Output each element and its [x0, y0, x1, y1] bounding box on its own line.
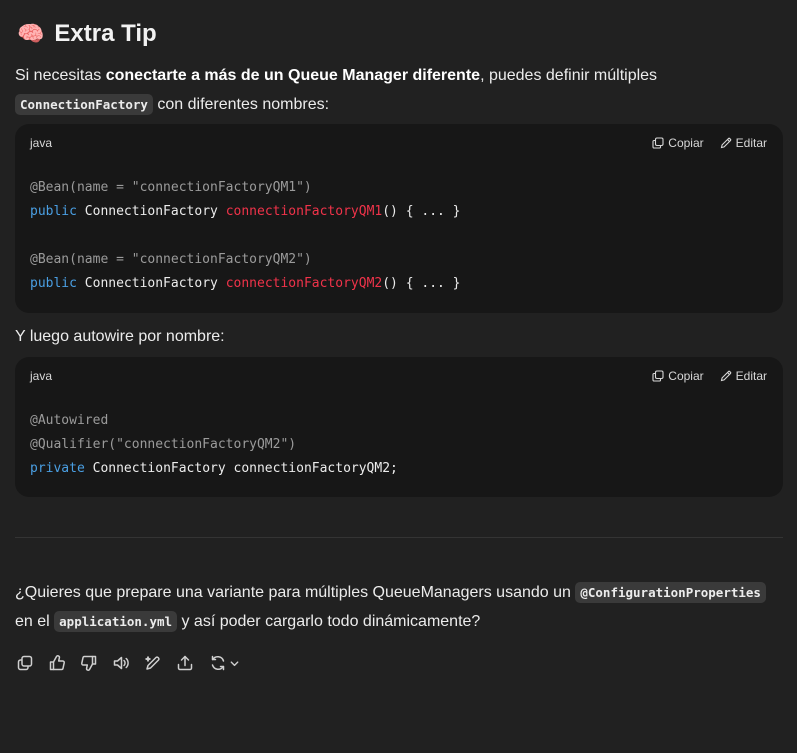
edit-label: Editar	[735, 369, 767, 383]
inline-code-connectionfactory: ConnectionFactory	[15, 94, 153, 115]
code-keyword: public	[30, 204, 77, 219]
question-text-mid: en el	[15, 613, 55, 630]
code-line-annotation: @Bean(name = "connectionFactoryQM2")	[30, 252, 312, 267]
copy-label: Copiar	[668, 136, 704, 150]
middle-paragraph: Y luego autowire por nombre:	[15, 328, 225, 345]
pencil-icon	[720, 370, 731, 382]
copy-icon	[652, 370, 664, 382]
section-heading: 🧠 Extra Tip	[17, 20, 157, 48]
good-response-button[interactable]	[47, 653, 67, 673]
bad-response-button[interactable]	[79, 653, 99, 673]
edit-canvas-icon	[145, 656, 160, 670]
code-line-annotation: @Qualifier("connectionFactoryQM2")	[30, 437, 297, 452]
heading-title: Extra Tip	[54, 20, 157, 47]
chat-response: 🧠 Extra Tip Si necesitas conectarte a má…	[0, 0, 797, 753]
code-language-label: java	[30, 369, 53, 383]
message-actions-toolbar	[15, 653, 241, 673]
code-block-1: java Copiar Editar @Bean(name = "connect…	[15, 124, 783, 313]
code-rest: () { ... }	[382, 204, 461, 219]
code-rest: () { ... }	[382, 276, 461, 291]
intro-text: Si necesitas	[15, 67, 106, 84]
code-type: ConnectionFactory	[76, 276, 226, 291]
thumbs-up-icon	[49, 655, 65, 671]
share-icon	[177, 655, 193, 671]
brain-emoji-icon: 🧠	[17, 21, 45, 46]
copy-code-button[interactable]: Copiar	[652, 369, 704, 383]
regenerate-button[interactable]	[207, 653, 241, 673]
intro-text-end: con diferentes nombres:	[152, 96, 330, 113]
code-function-name: connectionFactoryQM1	[225, 204, 383, 219]
question-text: ¿Quieres que prepare una variante para m…	[15, 584, 576, 601]
inline-code-configurationproperties: @ConfigurationProperties	[575, 582, 766, 603]
code-keyword: public	[30, 276, 77, 291]
copy-icon	[652, 137, 664, 149]
edit-in-canvas-button[interactable]	[143, 653, 163, 673]
regenerate-icon	[211, 655, 224, 671]
code-keyword: private	[30, 461, 85, 476]
code-function-name: connectionFactoryQM2	[225, 276, 383, 291]
edit-label: Editar	[735, 136, 767, 150]
speaker-icon	[113, 656, 129, 670]
code-line-annotation: @Autowired	[30, 413, 109, 428]
copy-label: Copiar	[668, 369, 704, 383]
copy-icon	[17, 655, 33, 671]
code-type: ConnectionFactory	[76, 204, 226, 219]
inline-code-application-yml: application.yml	[54, 611, 178, 632]
pencil-icon	[720, 137, 731, 149]
edit-code-button[interactable]: Editar	[720, 369, 767, 383]
code-rest: ConnectionFactory connectionFactoryQM2;	[84, 461, 398, 476]
intro-bold-text: conectarte a más de un Queue Manager dif…	[105, 67, 481, 84]
code-language-label: java	[30, 136, 53, 150]
code-content: @Autowired @Qualifier("connectionFactory…	[15, 395, 783, 481]
thumbs-down-icon	[81, 655, 97, 671]
share-button[interactable]	[175, 653, 195, 673]
copy-message-button[interactable]	[15, 653, 35, 673]
code-block-header: java Copiar Editar	[15, 124, 783, 162]
code-content: @Bean(name = "connectionFactoryQM1") pub…	[15, 162, 783, 296]
code-block-2: java Copiar Editar @Autowired @Qualifier…	[15, 357, 783, 497]
section-divider	[15, 537, 783, 538]
intro-text-after: , puedes definir múltiples	[480, 67, 658, 84]
copy-code-button[interactable]: Copiar	[652, 136, 704, 150]
intro-paragraph: Si necesitas conectarte a más de un Queu…	[15, 61, 785, 119]
code-block-header: java Copiar Editar	[15, 357, 783, 395]
question-text-after: y así poder cargarlo todo dinámicamente?	[177, 613, 481, 630]
followup-question: ¿Quieres que prepare una variante para m…	[15, 578, 787, 636]
edit-code-button[interactable]: Editar	[720, 136, 767, 150]
chevron-down-icon	[230, 660, 238, 666]
code-line-annotation: @Bean(name = "connectionFactoryQM1")	[30, 180, 312, 195]
read-aloud-button[interactable]	[111, 653, 131, 673]
